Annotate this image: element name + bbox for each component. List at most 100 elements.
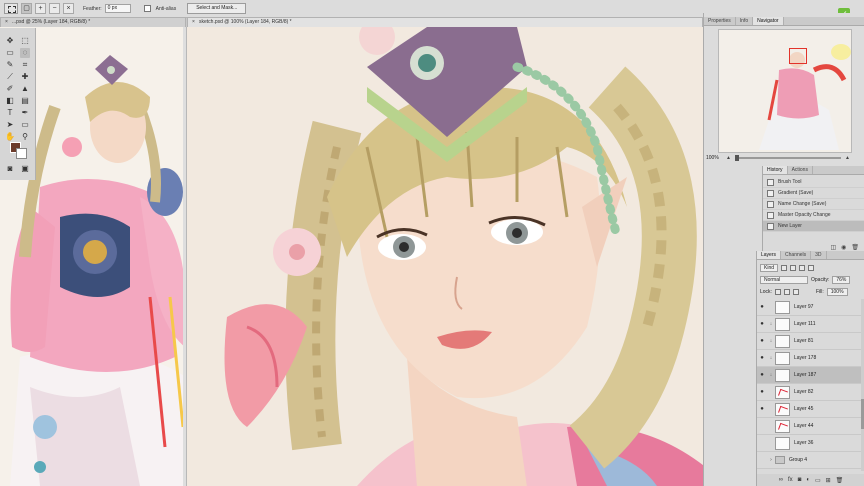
close-icon[interactable]: ×: [5, 18, 10, 27]
quick-select-tool-icon[interactable]: ✎: [5, 60, 15, 70]
layer-row[interactable]: ● ↓ Layer 81: [757, 333, 864, 350]
layer-name: Layer 178: [794, 355, 817, 361]
layer-style-icon[interactable]: fx: [788, 477, 793, 483]
layer-thumbnail: [775, 334, 790, 348]
layer-row[interactable]: ● ↓ Layer 187: [757, 367, 864, 384]
layer-thumbnail: [775, 385, 790, 399]
zoom-slider-knob[interactable]: [734, 155, 739, 161]
select-and-mask-button[interactable]: Select and Mask...: [187, 3, 247, 14]
path-select-tool-icon[interactable]: ➤: [5, 120, 15, 130]
tab-info[interactable]: Info: [736, 17, 754, 25]
screen-mode-icon[interactable]: ▣: [20, 164, 30, 174]
new-document-from-state-icon[interactable]: ◫: [830, 244, 836, 251]
navigator-zoom-value[interactable]: 100%: [706, 155, 722, 161]
layer-mask-icon[interactable]: ◙: [798, 477, 802, 483]
add-selection-button[interactable]: +: [35, 3, 46, 14]
pen-tool-icon[interactable]: ✒: [20, 108, 30, 118]
crop-tool-icon[interactable]: ⌗: [20, 60, 30, 70]
feather-input[interactable]: 0 px: [104, 4, 131, 13]
healing-tool-icon[interactable]: ✚: [20, 72, 30, 82]
layers-blend-row: Normal Opacity: 76%: [760, 275, 851, 284]
history-item[interactable]: Gradient (Save): [763, 188, 864, 199]
visibility-eye-icon[interactable]: ●: [757, 338, 767, 344]
filter-pixel-icon[interactable]: [781, 264, 788, 271]
history-item[interactable]: Master Opacity Change: [763, 210, 864, 221]
subtract-selection-button[interactable]: −: [49, 3, 60, 14]
zoom-out-icon[interactable]: ▲: [726, 155, 731, 161]
tab-channels[interactable]: Channels: [781, 251, 812, 259]
layer-row[interactable]: ● ↓ Layer 178: [757, 350, 864, 367]
adjustment-layer-icon[interactable]: ◐: [806, 477, 810, 483]
visibility-eye-icon[interactable]: ●: [757, 321, 767, 327]
lock-all-icon[interactable]: [792, 288, 799, 295]
navigator-view-box[interactable]: [789, 48, 807, 64]
eyedropper-tool-icon[interactable]: ⟋: [5, 72, 15, 82]
eraser-tool-icon[interactable]: ◧: [5, 96, 15, 106]
background-color-swatch[interactable]: [16, 148, 27, 159]
tab-reference-document[interactable]: × ...psd @ 25% (Layer 184, RGB/8) *: [0, 17, 186, 27]
artboard-tool-icon[interactable]: ⬚: [20, 36, 30, 46]
tab-3d[interactable]: 3D: [811, 251, 827, 259]
filter-adjustment-icon[interactable]: [790, 264, 797, 271]
gradient-tool-icon[interactable]: ▤: [20, 96, 30, 106]
visibility-eye-icon[interactable]: ●: [757, 372, 767, 378]
navigator-thumbnail: [719, 30, 851, 152]
lasso-preset-icon[interactable]: [4, 3, 18, 14]
filter-kind-select[interactable]: Kind: [760, 263, 779, 272]
tab-history[interactable]: History: [763, 166, 788, 174]
layer-row[interactable]: ● Layer 97: [757, 299, 864, 316]
intersect-selection-button[interactable]: ×: [63, 3, 74, 14]
blend-mode-select[interactable]: Normal: [760, 275, 808, 284]
fill-input[interactable]: 100%: [826, 287, 848, 296]
opacity-input[interactable]: 76%: [832, 275, 851, 284]
layer-row[interactable]: ● Layer 82: [757, 384, 864, 401]
history-item[interactable]: New Layer: [763, 221, 864, 232]
navigator-zoom-slider[interactable]: [734, 155, 841, 161]
brush-tool-icon[interactable]: ✐: [5, 84, 15, 94]
tab-layers[interactable]: Layers: [757, 251, 782, 259]
shape-tool-icon[interactable]: ▭: [20, 120, 30, 130]
layer-name: Layer 111: [794, 321, 816, 327]
filter-shape-icon[interactable]: [808, 264, 815, 271]
main-canvas[interactable]: [187, 27, 755, 486]
navigator-preview[interactable]: [718, 29, 852, 153]
new-selection-button[interactable]: ▢: [21, 3, 32, 14]
zoom-tool-icon[interactable]: ⚲: [20, 132, 30, 142]
link-layers-icon[interactable]: ∞: [779, 477, 783, 483]
visibility-eye-icon[interactable]: ●: [757, 406, 767, 412]
hand-tool-icon[interactable]: ✋: [5, 132, 15, 142]
trash-icon[interactable]: 🗑: [836, 477, 844, 484]
new-layer-icon[interactable]: ⊞: [826, 477, 831, 484]
lock-pixels-icon[interactable]: [774, 288, 781, 295]
layer-row[interactable]: ● ↓ Layer 111: [757, 316, 864, 333]
type-tool-icon[interactable]: T: [5, 108, 15, 118]
antialias-checkbox[interactable]: [143, 5, 151, 12]
layer-group-row[interactable]: › Group 4: [757, 452, 864, 469]
lasso-tool-icon[interactable]: ◌: [20, 48, 30, 58]
layers-tabs: Layers Channels 3D: [757, 251, 864, 260]
filter-type-icon[interactable]: [799, 264, 806, 271]
tab-properties[interactable]: Properties: [704, 17, 736, 25]
quick-mask-icon[interactable]: ◙: [5, 164, 15, 174]
history-item[interactable]: Name Change (Save): [763, 199, 864, 210]
visibility-eye-icon[interactable]: ●: [757, 389, 767, 395]
trash-icon[interactable]: 🗑: [851, 244, 859, 251]
lock-position-icon[interactable]: [783, 288, 790, 295]
tab-navigator[interactable]: Navigator: [753, 17, 784, 25]
layer-row[interactable]: ● Layer 45: [757, 401, 864, 418]
layer-row[interactable]: Layer 44: [757, 418, 864, 435]
visibility-eye-icon[interactable]: ●: [757, 304, 767, 310]
marquee-tool-icon[interactable]: ▭: [5, 48, 15, 58]
history-item[interactable]: Brush Tool: [763, 177, 864, 188]
tab-sketch-document[interactable]: × sketch.psd @ 100% (Layer 184, RGB/8) *: [187, 17, 703, 27]
snapshot-icon[interactable]: ◉: [841, 244, 846, 251]
move-tool-icon[interactable]: ✥: [5, 36, 15, 46]
group-chevron-icon[interactable]: ›: [767, 457, 775, 463]
new-group-icon[interactable]: ▭: [815, 477, 821, 484]
layer-row[interactable]: Layer 36: [757, 435, 864, 452]
zoom-in-icon[interactable]: ▲: [845, 155, 850, 161]
close-icon[interactable]: ×: [192, 18, 197, 27]
stamp-tool-icon[interactable]: ▲: [20, 84, 30, 94]
visibility-eye-icon[interactable]: ●: [757, 355, 767, 361]
tab-actions[interactable]: Actions: [788, 166, 813, 174]
